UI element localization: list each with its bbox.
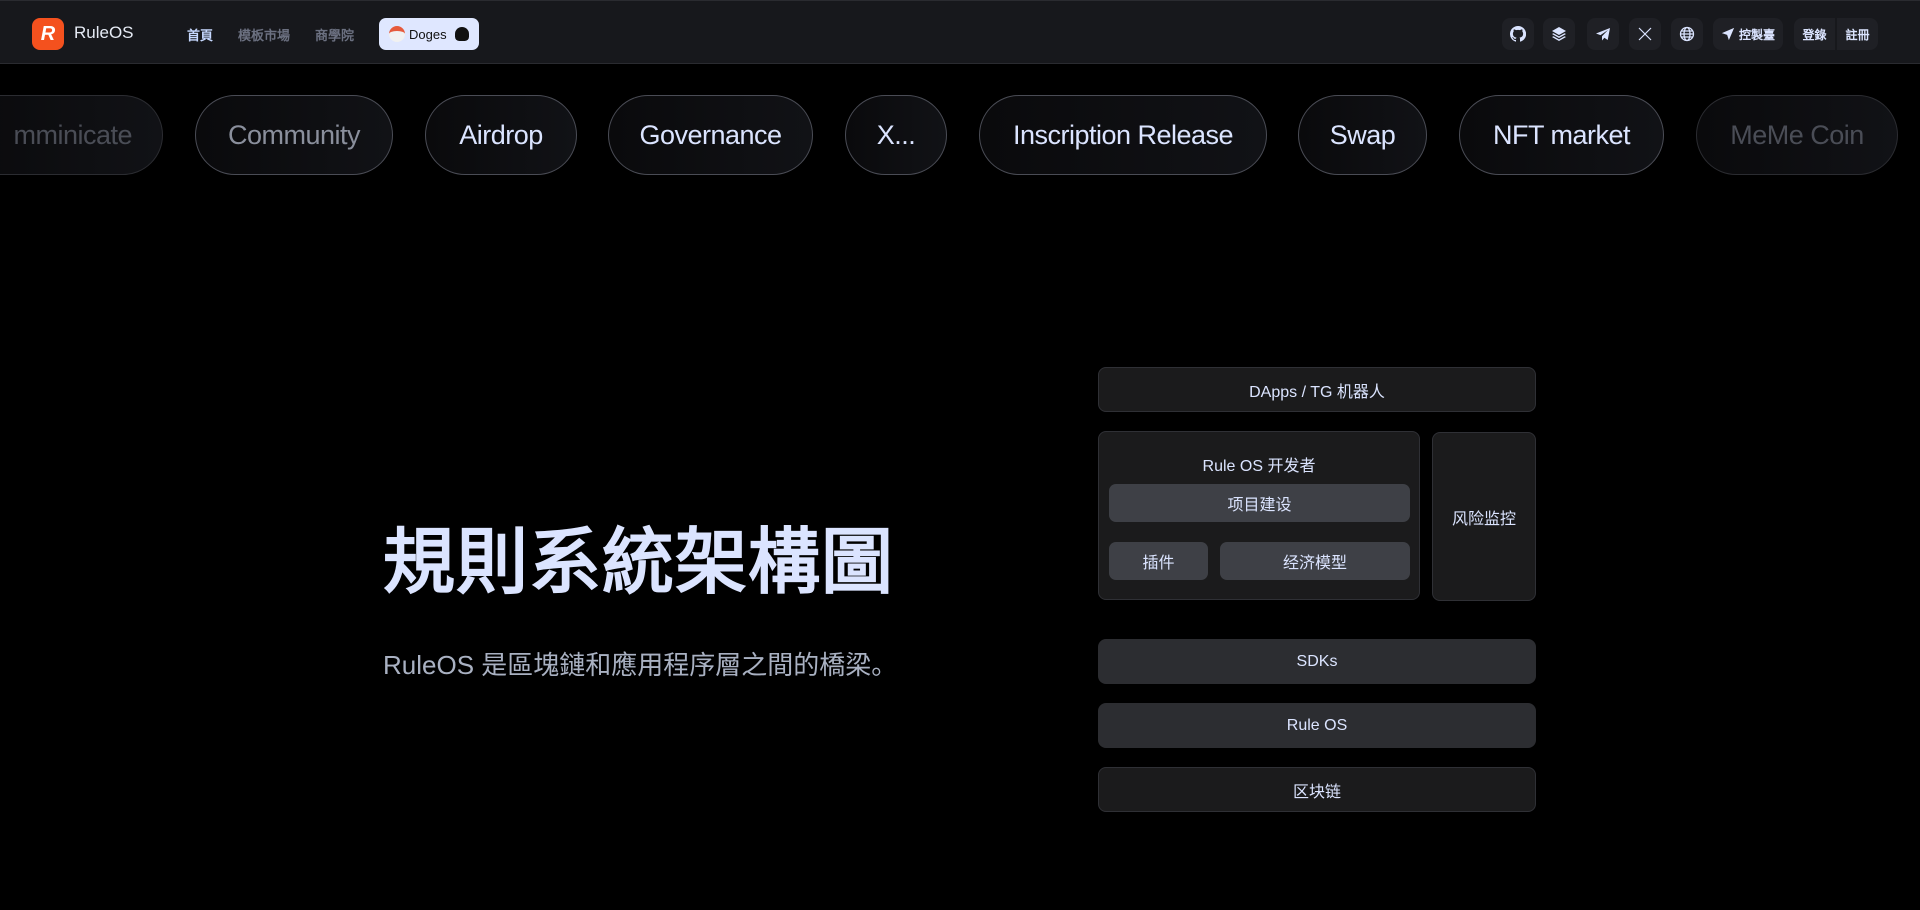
console-label: 控製臺 xyxy=(1738,27,1775,42)
block-economic-model: 经济模型 xyxy=(1220,542,1410,580)
page-subtitle: RuleOS 是區塊鏈和應用程序層之間的橋梁。 xyxy=(383,650,898,680)
top-navbar: R RuleOS 首頁 模板市場 商學院 Doges 控製臺 登錄 註冊 xyxy=(0,0,1920,64)
nav-template-market[interactable]: 模板市場 xyxy=(238,25,290,44)
language-button[interactable] xyxy=(1671,18,1703,50)
layer-developer: Rule OS 开发者 项目建设 插件 经济模型 xyxy=(1098,431,1420,600)
telegram-button[interactable] xyxy=(1587,18,1619,50)
layer-ruleos: Rule OS xyxy=(1098,703,1536,748)
github-button[interactable] xyxy=(1502,18,1534,50)
doges-button[interactable]: Doges xyxy=(379,18,479,50)
marquee-pill-x[interactable]: X... xyxy=(845,95,947,175)
x-button[interactable] xyxy=(1629,18,1661,50)
doge-avatar-icon xyxy=(389,26,405,42)
telegram-icon xyxy=(1596,28,1610,41)
auth-buttons: 登錄 註冊 xyxy=(1794,18,1878,50)
marquee-pill-airdrop[interactable]: Airdrop xyxy=(425,95,577,175)
marquee-pill-meme-coin[interactable]: MeMe Coin xyxy=(1696,95,1898,175)
marquee-pill-communicate[interactable]: mminicate xyxy=(0,95,163,175)
layer-sdks: SDKs xyxy=(1098,639,1536,684)
github-icon xyxy=(1510,26,1526,42)
marquee-pill-governance[interactable]: Governance xyxy=(608,95,813,175)
send-icon xyxy=(1721,27,1735,41)
marquee-pill-inscription-release[interactable]: Inscription Release xyxy=(979,95,1267,175)
login-button[interactable]: 登錄 xyxy=(1794,18,1835,50)
page-title: 規則系統架構圖 xyxy=(383,523,895,603)
layer-blockchain: 区块链 xyxy=(1098,767,1536,812)
layer-dapps: DApps / TG 机器人 xyxy=(1098,367,1536,412)
brand-name[interactable]: RuleOS xyxy=(74,23,134,43)
marquee-pill-community[interactable]: Community xyxy=(195,95,393,175)
x-icon xyxy=(1638,27,1652,41)
block-risk-monitoring: 风险监控 xyxy=(1432,432,1536,601)
marquee-pill-swap[interactable]: Swap xyxy=(1298,95,1427,175)
block-project-build: 项目建设 xyxy=(1109,484,1410,522)
docs-button[interactable] xyxy=(1543,18,1575,50)
marquee-pill-nft-market[interactable]: NFT market xyxy=(1459,95,1664,175)
register-button[interactable]: 註冊 xyxy=(1835,18,1878,50)
hand-icon xyxy=(454,27,469,41)
globe-icon xyxy=(1679,26,1695,42)
block-plugin: 插件 xyxy=(1109,542,1208,580)
ruleos-logo[interactable]: R xyxy=(32,18,64,50)
nav-academy[interactable]: 商學院 xyxy=(315,25,354,44)
developer-title: Rule OS 开发者 xyxy=(1202,458,1316,475)
doges-label: Doges xyxy=(409,26,447,42)
nav-home[interactable]: 首頁 xyxy=(187,25,213,44)
layers-icon xyxy=(1552,27,1566,41)
console-button[interactable]: 控製臺 xyxy=(1713,18,1783,50)
